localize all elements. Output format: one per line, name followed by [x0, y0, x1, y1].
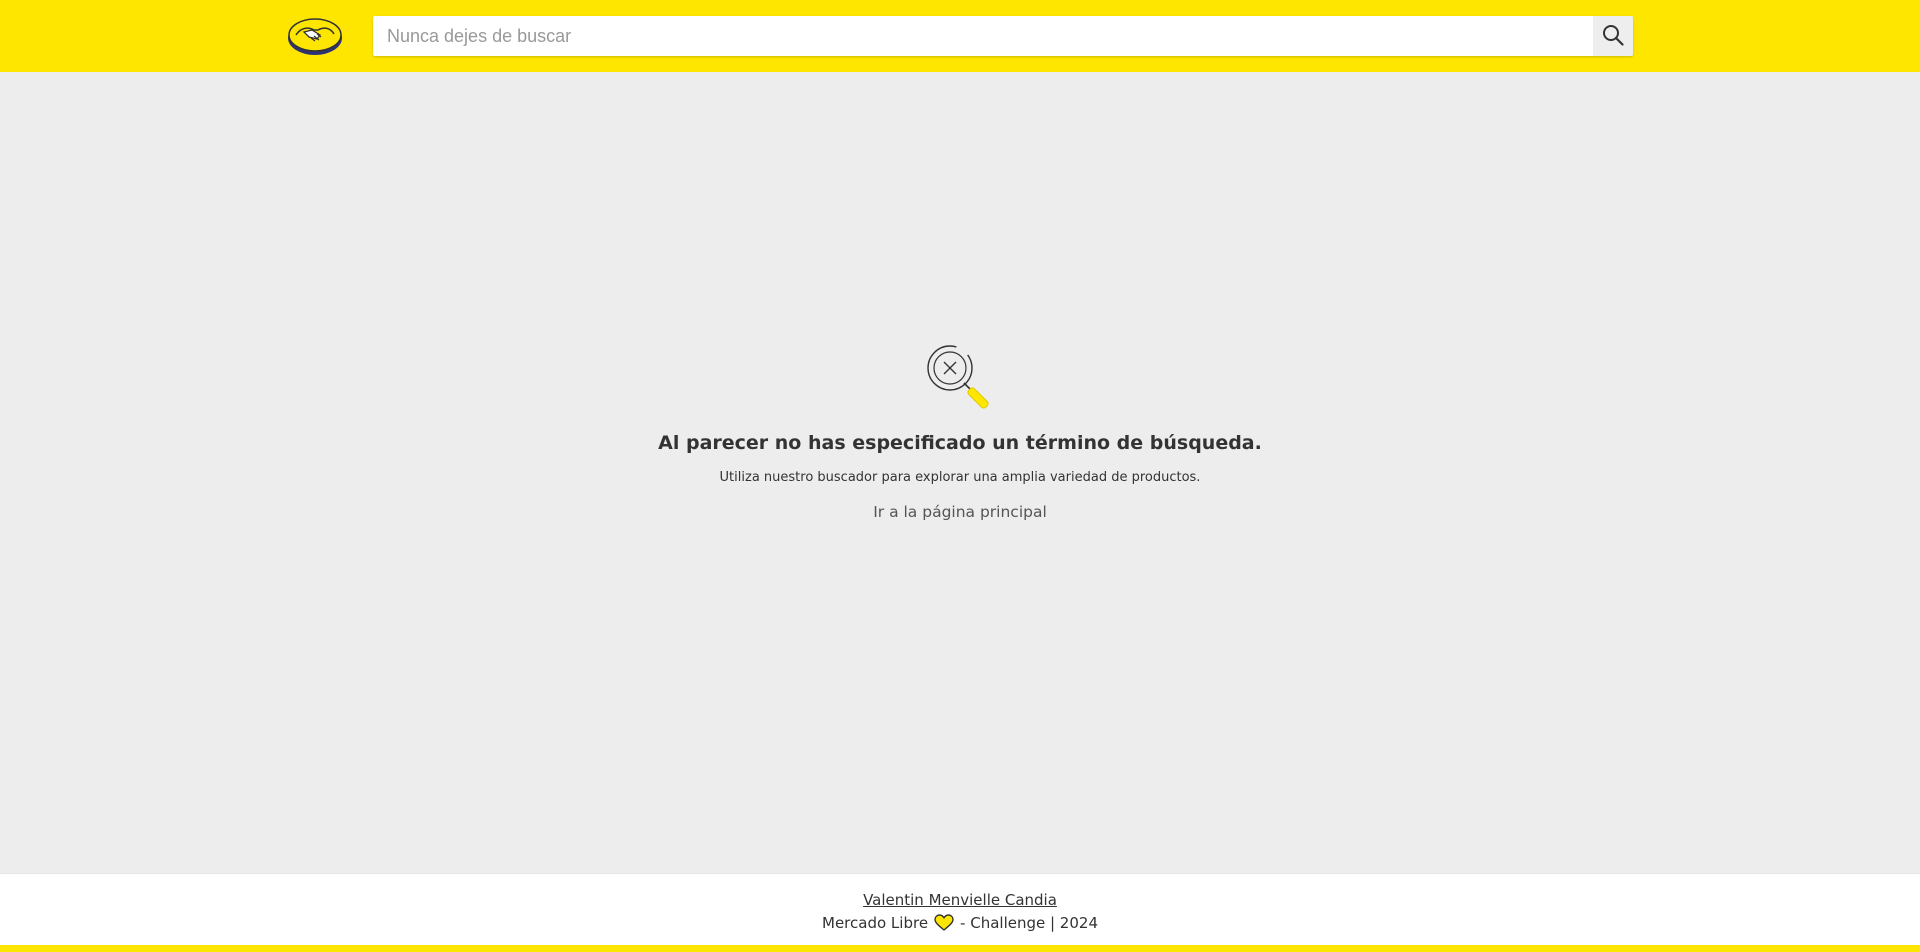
footer-suffix: - Challenge | 2024: [960, 914, 1098, 932]
empty-state-subtitle: Utiliza nuestro buscador para explorar u…: [719, 470, 1201, 485]
footer: Valentin Menvielle Candia Mercado Libre …: [0, 873, 1920, 945]
top-header: [0, 0, 1920, 72]
footer-credits: Mercado Libre - Challenge | 2024: [822, 914, 1098, 932]
mercadolibre-logo[interactable]: [287, 16, 343, 56]
empty-search-state: Al parecer no has especificado un términ…: [0, 340, 1920, 521]
search-no-results-icon: [920, 340, 1000, 420]
author-link[interactable]: Valentin Menvielle Candia: [863, 891, 1057, 909]
heart-icon: [934, 914, 954, 932]
footer-brand: Mercado Libre: [822, 914, 929, 932]
search-icon: [1602, 24, 1624, 49]
go-home-link[interactable]: Ir a la página principal: [873, 503, 1047, 521]
search-button[interactable]: [1593, 16, 1633, 56]
empty-state-title: Al parecer no has especificado un términ…: [658, 432, 1262, 454]
bottom-accent-bar: [0, 945, 1920, 952]
search-input[interactable]: [373, 16, 1593, 56]
search-bar: [373, 16, 1633, 56]
